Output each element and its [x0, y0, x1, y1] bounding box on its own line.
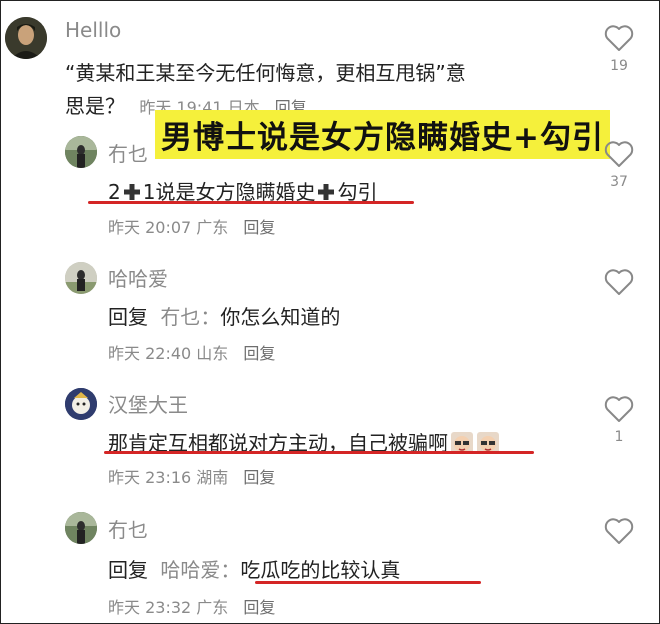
like-button[interactable]: 1: [602, 395, 636, 445]
comment-text: “黄某和王某至今无任何悔意，更相互甩锅”意: [65, 61, 466, 85]
comment-meta: 昨天 23:16 湖南 回复: [108, 464, 275, 488]
comment-meta: 昨天 20:07 广东 回复: [108, 214, 275, 238]
comment-meta: 昨天 23:32 广东 回复: [108, 594, 275, 618]
timestamp: 昨天 23:32: [108, 598, 192, 617]
mention-link[interactable]: 冇乜：: [160, 305, 220, 329]
reply-button[interactable]: 回复: [243, 344, 275, 363]
comment-body: 你怎么知道的: [220, 305, 341, 329]
comment-text-line2: 思是？: [65, 94, 125, 118]
avatar[interactable]: [65, 136, 97, 168]
timestamp: 昨天 20:07: [108, 218, 192, 237]
location: 广东: [196, 598, 229, 617]
location: 湖南: [196, 468, 229, 487]
heart-icon: [604, 396, 634, 422]
like-button[interactable]: [602, 517, 636, 551]
comment-body: 吃瓜吃的比较认真: [240, 558, 401, 582]
like-count: 37: [610, 174, 628, 190]
reply-prefix: 回复: [108, 305, 148, 329]
reply-button[interactable]: 回复: [243, 468, 275, 487]
highlight-underline: [88, 201, 414, 204]
like-button[interactable]: 19: [602, 24, 636, 74]
plus-icon: [317, 182, 335, 200]
username[interactable]: 冇乜: [108, 138, 148, 167]
username[interactable]: 汉堡大王: [108, 389, 188, 418]
timestamp: 昨天 23:16: [108, 468, 192, 487]
like-button[interactable]: [602, 268, 636, 302]
location: 山东: [196, 344, 229, 363]
username[interactable]: 冇乜: [108, 514, 148, 543]
timestamp: 昨天 22:40: [108, 344, 192, 363]
highlight-underline: [255, 581, 481, 584]
avatar[interactable]: [5, 17, 47, 59]
comment-text: 回复 哈哈爱：吃瓜吃的比较认真: [108, 554, 400, 583]
reply-button[interactable]: 回复: [243, 598, 275, 617]
plus-icon: [123, 182, 141, 200]
avatar[interactable]: [65, 512, 97, 544]
mention-link[interactable]: 哈哈爱：: [160, 558, 240, 582]
like-count: 19: [610, 58, 628, 74]
heart-icon: [604, 141, 634, 167]
heart-icon: [604, 25, 634, 51]
like-count: 1: [614, 429, 624, 445]
avatar[interactable]: [65, 262, 97, 294]
like-button[interactable]: 37: [602, 140, 636, 190]
username[interactable]: 哈哈爱: [108, 263, 168, 292]
location: 广东: [196, 218, 229, 237]
reply-button[interactable]: 回复: [243, 218, 275, 237]
overlay-caption: 男博士说是女方隐瞒婚史+勾引: [155, 110, 610, 159]
highlight-underline: [104, 451, 534, 454]
reply-prefix: 回复: [108, 558, 148, 582]
comment-meta: 昨天 22:40 山东 回复: [108, 340, 275, 364]
username[interactable]: Helllo: [65, 18, 121, 42]
heart-icon: [604, 269, 634, 295]
avatar[interactable]: [65, 388, 97, 420]
comment-text: 回复 冇乜：你怎么知道的: [108, 301, 340, 330]
heart-icon: [604, 518, 634, 544]
